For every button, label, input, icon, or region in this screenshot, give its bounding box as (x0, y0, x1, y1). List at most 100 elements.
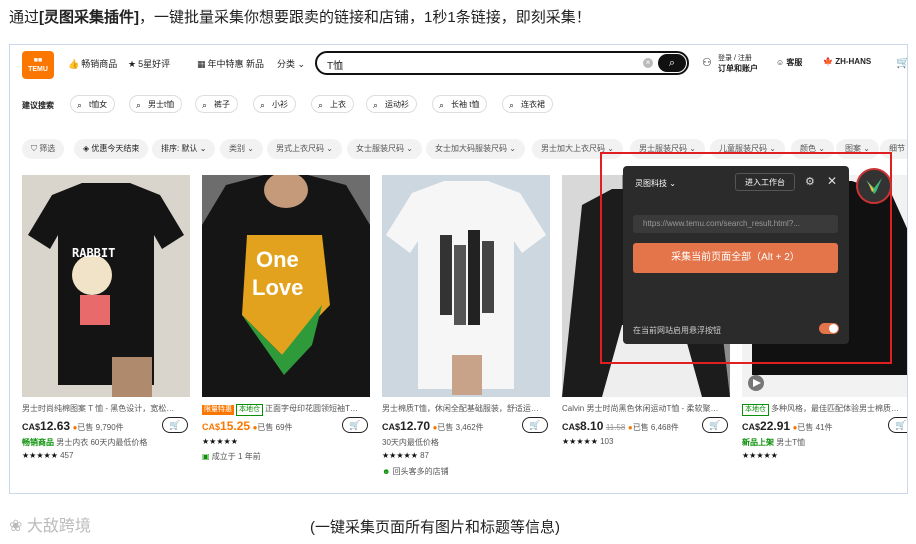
close-icon[interactable]: ✕ (827, 174, 837, 188)
add-to-cart-button[interactable]: 🛒 (702, 417, 728, 433)
temu-logo[interactable]: ■■ TEMU (22, 51, 54, 79)
cart-icon[interactable]: 🛒 (896, 56, 907, 69)
filter-womens-plus-size[interactable]: 女士加大码服装尺码 ⌄ (426, 139, 525, 159)
search-input[interactable]: T恤 (327, 57, 343, 72)
nav-bestsellers[interactable]: 👍 畅销商品 (68, 57, 117, 70)
cart-plus-icon: 🛒 (529, 420, 541, 430)
add-to-cart-button[interactable]: 🛒 (522, 417, 548, 433)
temu-logo-mark: ■■ (33, 57, 43, 64)
suggest-chip[interactable]: ⌕ 小衫 (253, 95, 296, 113)
new-arrival-badge: 新品上架 (742, 438, 774, 447)
filter-womens-size[interactable]: 女士服装尺码 ⌄ (347, 139, 422, 159)
search-button[interactable]: ⌕ (658, 54, 686, 72)
search-icon: ⌕ (439, 100, 445, 110)
search-icon: ⌕ (668, 57, 676, 69)
product-title[interactable]: Calvin 男士时尚黑色休闲运动T恤 - 柔软聚… (562, 403, 730, 414)
caption: (一键采集页面所有图片和标题等信息) (310, 519, 560, 536)
filter-mens-top-size[interactable]: 男式上衣尺码 ⌄ (267, 139, 342, 159)
support-link[interactable]: ☺ 客服 (776, 57, 802, 68)
account-menu[interactable]: ⚇ 登录 / 注册 订单和账户 (702, 53, 758, 74)
suggest-chip[interactable]: ⌕ 男士t恤 (129, 95, 183, 113)
plugin-floating-button[interactable] (856, 168, 892, 204)
search-bar[interactable]: T恤 × ⌕ (315, 51, 689, 75)
nav-sale[interactable]: ▦ 年中特惠 (197, 57, 244, 70)
temu-header: ■■ TEMU 👍 畅销商品 ★ 5星好评 ▦ 年中特惠 新品 分类 ⌄ T恤 × ⌕… (10, 45, 907, 83)
clear-icon[interactable]: × (643, 58, 653, 68)
watermark-logo: ❀ 大敌跨境 (9, 518, 91, 535)
product-image[interactable]: RABBIT (22, 175, 190, 397)
shirt-print-text-2: Love (252, 275, 303, 300)
product-image[interactable] (382, 175, 550, 397)
product-image[interactable]: One Love (202, 175, 370, 397)
star-review-icon: ★ (128, 59, 137, 69)
product-title[interactable]: 限量特惠 本地仓 正面字母印花圆领短袖T… (202, 403, 370, 416)
rating-row: ★★★★★ 457 (22, 451, 73, 460)
watermark-icon: ❀ (9, 518, 23, 535)
nav-categories[interactable]: 分类 ⌄ (277, 57, 305, 70)
search-icon: ⌕ (202, 100, 208, 110)
filter-button[interactable]: ⛉ 筛选 (22, 139, 65, 159)
suggest-chip[interactable]: ⌕ 裤子 (195, 95, 238, 113)
add-to-cart-button[interactable]: 🛒 (342, 417, 368, 433)
orders-link: 订单和账户 (718, 64, 758, 73)
original-price: 11.58 (605, 423, 626, 432)
plugin-logo-icon (866, 178, 882, 194)
product-meta: 30天内最低价格 (382, 438, 439, 447)
product-meta: 新品上架 男士T恤 (742, 438, 806, 447)
sold-count: 已售 69件 (257, 423, 293, 432)
language-selector[interactable]: 🍁 ZH-HANS (823, 57, 871, 66)
star-rating: ★★★★★ (382, 451, 418, 460)
rating-row: ★★★★★ (742, 451, 778, 460)
suggest-chip[interactable]: ⌕ 运动衫 (366, 95, 417, 113)
filter-category[interactable]: 类别 ⌄ (220, 139, 263, 159)
rating-row: ★★★★★ 103 (562, 437, 613, 446)
search-icon: ⌕ (509, 100, 515, 110)
local-warehouse-tag: 本地仓 (742, 404, 769, 416)
gear-icon[interactable]: ⚙ (805, 175, 815, 188)
sold-count: 已售 9,790件 (77, 423, 124, 432)
user-icon: ⚇ (702, 57, 712, 69)
nav-5star[interactable]: ★ 5星好评 (128, 57, 170, 70)
price-line: CA$12.70 ●已售 3,462件 (382, 419, 484, 433)
search-icon: ⌕ (77, 100, 83, 110)
cart-plus-icon: 🛒 (169, 420, 181, 430)
workspace-button[interactable]: 进入工作台 (735, 173, 795, 191)
product-price: 15.25 (220, 419, 251, 433)
price-line: CA$22.91 ●已售 41件 (742, 419, 833, 433)
filter-icon: ⛉ (31, 144, 37, 153)
limited-deal-tag: 限量特惠 (202, 405, 234, 415)
support-icon: ☺ (776, 58, 785, 67)
product-title[interactable]: 本地仓 多种风格，最佳匹配体验男士棉质… (742, 403, 907, 416)
nav-new[interactable]: 新品 (246, 57, 264, 70)
product-title[interactable]: 男士时尚纯棉图案 T 恤 - 黑色设计，宽松… (22, 403, 190, 414)
bestseller-badge: 畅销商品 (22, 438, 54, 447)
thumbs-up-icon: 👍 (68, 59, 80, 69)
login-link: 登录 / 注册 (718, 55, 752, 62)
filter-sort[interactable]: 排序: 默认 ⌄ (152, 139, 216, 159)
sold-count: 已售 3,462件 (437, 423, 484, 432)
add-to-cart-button[interactable]: 🛒 (162, 417, 188, 433)
shirt-print-text: One (256, 247, 299, 272)
search-icon: ⌕ (318, 100, 324, 110)
suggest-chip[interactable]: ⌕ 长袖 t恤 (432, 95, 488, 113)
cart-plus-icon: 🛒 (349, 420, 361, 430)
product-price: 8.10 (580, 419, 604, 433)
add-to-cart-button[interactable]: 🛒 (888, 417, 907, 433)
collect-page-button[interactable]: 采集当前页面全部（Alt + 2） (633, 243, 838, 273)
price-line: CA$15.25 ●已售 69件 (202, 419, 293, 433)
plugin-brand-menu[interactable]: 灵图科技 ⌄ (635, 178, 676, 189)
suggest-chip[interactable]: ⌕ t恤女 (70, 95, 116, 113)
star-rating: ★★★★★ (742, 451, 778, 460)
review-count: 87 (420, 451, 429, 460)
product-title[interactable]: 男士棉质T恤，休闲全配基础服装，舒适运… (382, 403, 550, 414)
chevron-down-icon: ⌄ (669, 179, 676, 188)
url-field[interactable]: https://www.temu.com/search_result.html?… (633, 215, 838, 233)
filter-deal-today[interactable]: ◈ 优惠今天结束 (74, 139, 149, 159)
floating-button-toggle[interactable] (819, 323, 839, 334)
rating-row: ★★★★★ (202, 437, 238, 446)
people-icon: ☻ (382, 467, 391, 476)
suggest-chip[interactable]: ⌕ 连衣裙 (502, 95, 553, 113)
local-warehouse-tag: 本地仓 (236, 404, 263, 416)
suggest-chip[interactable]: ⌕ 上衣 (311, 95, 354, 113)
suggested-label: 建议搜索 (22, 101, 54, 110)
